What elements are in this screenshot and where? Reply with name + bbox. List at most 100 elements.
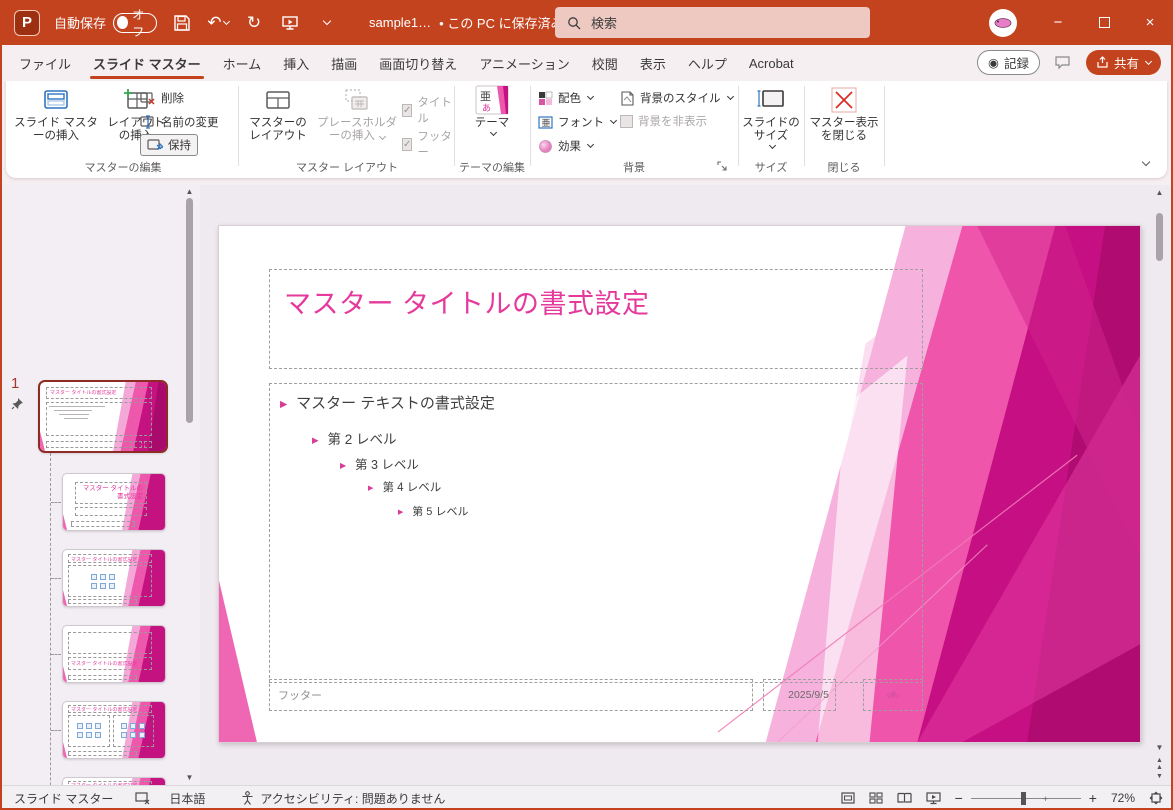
slide-sorter-icon[interactable] bbox=[869, 792, 883, 804]
group-label: 閉じる bbox=[808, 159, 880, 175]
thumbnail-layout-comparison[interactable]: マスター タイトルの書式設定 bbox=[62, 777, 166, 785]
hide-background-checkbox: 背景を非表示 bbox=[620, 113, 707, 129]
display-settings-icon[interactable] bbox=[135, 792, 151, 805]
zoom-thumb[interactable] bbox=[1021, 792, 1026, 805]
thumbnail-layout-section-header[interactable]: マスター タイトルの書式設定 bbox=[62, 625, 166, 683]
thumbnail-layout-two-content[interactable]: マスター タイトルの書式設定 bbox=[62, 701, 166, 759]
start-slideshow-icon[interactable] bbox=[279, 12, 301, 34]
zoom-slider[interactable]: − + + bbox=[955, 790, 1097, 806]
view-status[interactable]: スライド マスター bbox=[14, 790, 113, 807]
more-commands-chevron[interactable] bbox=[315, 12, 337, 34]
zoom-track[interactable]: + bbox=[971, 798, 1081, 799]
thumbnail-slide-master[interactable]: マスター タイトルの書式設定 bbox=[38, 380, 168, 453]
comments-button[interactable] bbox=[1049, 50, 1077, 75]
close-master-view-icon bbox=[831, 86, 857, 114]
accessibility-status[interactable]: アクセシビリティ: 問題ありません bbox=[241, 790, 445, 807]
chevron-down-icon bbox=[379, 133, 386, 140]
tab-transitions[interactable]: 画面切り替え bbox=[368, 45, 468, 81]
tab-home[interactable]: ホーム bbox=[212, 45, 273, 81]
checked-checkbox-icon: ✓ bbox=[402, 138, 412, 151]
save-status[interactable]: • この PC に保存済み bbox=[439, 13, 563, 32]
next-slide-button[interactable]: ▼ bbox=[1154, 773, 1165, 780]
editor-scrollbar[interactable]: ▲ ▼ ▲▲ ▼ bbox=[1154, 185, 1165, 785]
tab-slide-master[interactable]: スライド マスター bbox=[82, 45, 212, 81]
chevron-down-icon bbox=[587, 93, 594, 100]
background-styles-icon bbox=[620, 91, 635, 106]
slide-editor-area: マスター タイトルの書式設定 ▶ マスター テキストの書式設定 ▶ 第 2 レベ… bbox=[200, 185, 1173, 785]
date-placeholder[interactable]: 2025/9/5 bbox=[763, 679, 836, 711]
tab-review[interactable]: 校閲 bbox=[581, 45, 629, 81]
ribbon-tab-row: ファイル スライド マスター ホーム 挿入 描画 画面切り替え アニメーション … bbox=[0, 45, 1173, 81]
slide-size-button[interactable]: スライドのサイズ bbox=[742, 86, 800, 148]
tab-file[interactable]: ファイル bbox=[8, 45, 82, 81]
reading-view-icon[interactable] bbox=[897, 792, 912, 804]
redo-button[interactable]: ↻ bbox=[243, 12, 265, 34]
minimize-button[interactable]: − bbox=[1035, 0, 1081, 45]
themes-icon: 亜 あ bbox=[475, 86, 509, 114]
bullet-level-5: ▶ 第 5 レベル bbox=[398, 503, 468, 519]
fit-to-window-icon[interactable] bbox=[1149, 791, 1163, 805]
close-button[interactable]: × bbox=[1127, 0, 1173, 45]
tab-draw[interactable]: 描画 bbox=[320, 45, 368, 81]
zoom-in-button[interactable]: + bbox=[1089, 790, 1097, 806]
group-size: スライドのサイズ サイズ bbox=[742, 81, 800, 178]
title-placeholder[interactable]: マスター タイトルの書式設定 bbox=[269, 269, 923, 369]
preserve-button[interactable]: 保持 bbox=[140, 134, 198, 156]
search-input[interactable]: 検索 bbox=[555, 7, 870, 38]
scrollbar-thumb[interactable] bbox=[186, 198, 193, 423]
tab-acrobat[interactable]: Acrobat bbox=[738, 45, 805, 81]
fonts-button[interactable]: 亜 フォント bbox=[538, 111, 616, 133]
record-button[interactable]: ◉ 記録 bbox=[977, 50, 1040, 75]
previous-slide-button[interactable]: ▲▲ bbox=[1154, 757, 1165, 771]
slideshow-view-icon[interactable] bbox=[926, 792, 941, 805]
normal-view-icon[interactable] bbox=[841, 792, 855, 804]
svg-text:亜: 亜 bbox=[542, 118, 551, 128]
scroll-down-icon[interactable]: ▼ bbox=[1154, 743, 1165, 752]
powerpoint-logo-icon[interactable]: P bbox=[14, 10, 40, 36]
chevron-down-icon bbox=[1145, 57, 1152, 64]
themes-button[interactable]: 亜 あ テーマ bbox=[464, 86, 520, 135]
rename-button[interactable]: 名前の変更 bbox=[140, 111, 219, 133]
chevron-down-icon bbox=[223, 17, 230, 24]
slide-canvas[interactable]: マスター タイトルの書式設定 ▶ マスター テキストの書式設定 ▶ 第 2 レベ… bbox=[218, 225, 1141, 743]
autosave-toggle[interactable]: 自動保存 オフ bbox=[54, 13, 157, 33]
tab-view[interactable]: 表示 bbox=[629, 45, 677, 81]
collapse-ribbon-button[interactable] bbox=[1141, 152, 1149, 170]
scrollbar-thumb[interactable] bbox=[1156, 213, 1163, 261]
bullet-icon: ▶ bbox=[368, 483, 373, 492]
svg-text:あ: あ bbox=[482, 103, 491, 113]
insert-slide-master-button[interactable]: スライド マスターの挿入 bbox=[12, 86, 100, 143]
background-styles-button[interactable]: 背景のスタイル bbox=[620, 87, 733, 109]
autosave-switch[interactable]: オフ bbox=[113, 13, 157, 33]
zoom-level[interactable]: 72% bbox=[1111, 791, 1135, 805]
close-master-view-button[interactable]: マスター表示を閉じる bbox=[808, 86, 880, 143]
tab-help[interactable]: ヘルプ bbox=[677, 45, 738, 81]
scroll-down-icon[interactable]: ▼ bbox=[184, 773, 195, 782]
thumbnail-layout-title-slide[interactable]: マスター タイトルの書式設定 bbox=[62, 473, 166, 531]
slide-number-placeholder[interactable]: ‹#› bbox=[863, 679, 923, 711]
master-title-text: マスター タイトルの書式設定 bbox=[284, 282, 922, 321]
thumbnail-layout-title-content[interactable]: マスター タイトルの書式設定 bbox=[62, 549, 166, 607]
zoom-out-button[interactable]: − bbox=[955, 790, 963, 806]
file-name[interactable]: sample1… bbox=[369, 15, 431, 30]
bullet-level-4: ▶ 第 4 レベル bbox=[368, 479, 441, 495]
effects-button[interactable]: 効果 bbox=[538, 135, 593, 157]
colors-button[interactable]: 配色 bbox=[538, 87, 593, 109]
body-placeholder[interactable]: ▶ マスター テキストの書式設定 ▶ 第 2 レベル ▶ 第 3 レベル ▶ 第… bbox=[269, 383, 923, 683]
tab-insert[interactable]: 挿入 bbox=[272, 45, 320, 81]
fonts-icon: 亜 bbox=[538, 115, 553, 130]
save-icon[interactable] bbox=[171, 12, 193, 34]
preserve-icon bbox=[147, 138, 163, 152]
scroll-up-icon[interactable]: ▲ bbox=[184, 187, 195, 196]
thumbnail-scrollbar[interactable]: ▲ ▼ bbox=[184, 185, 195, 785]
delete-button[interactable]: 削除 bbox=[140, 87, 184, 109]
undo-button[interactable]: ↶ bbox=[207, 12, 229, 34]
scroll-up-icon[interactable]: ▲ bbox=[1154, 188, 1165, 197]
footer-placeholder[interactable]: フッター bbox=[269, 679, 753, 711]
language-status[interactable]: 日本語 bbox=[169, 790, 205, 807]
tab-animations[interactable]: アニメーション bbox=[468, 45, 580, 81]
user-avatar[interactable] bbox=[989, 9, 1017, 37]
share-button[interactable]: 共有 bbox=[1086, 50, 1161, 75]
maximize-button[interactable] bbox=[1081, 0, 1127, 45]
master-layout-button[interactable]: マスターのレイアウト bbox=[246, 86, 310, 143]
